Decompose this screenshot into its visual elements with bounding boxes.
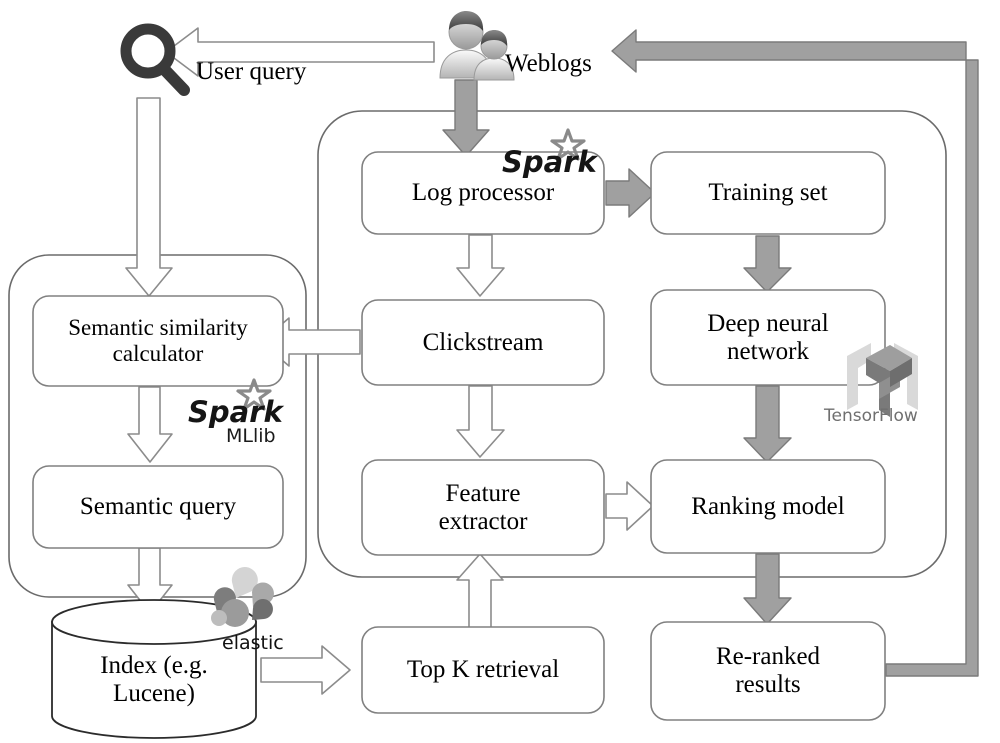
weblogs-icon xyxy=(439,11,515,81)
edge-top-k-to-feature-extractor xyxy=(456,553,504,629)
weblogs-label: Weblogs xyxy=(505,50,592,77)
edge-weblogs-to-log-processor xyxy=(442,79,490,157)
node-box-reranked-results[interactable] xyxy=(650,621,886,721)
mllib-label: MLlib xyxy=(226,425,276,447)
elastic-label: elastic xyxy=(222,632,284,654)
node-box-clickstream[interactable] xyxy=(361,299,605,386)
diagram-vector-layer xyxy=(8,11,979,739)
user-query-label: User query xyxy=(196,58,307,85)
edge-deep-neural-to-ranking-model xyxy=(743,385,792,463)
spark-wordmark-left-icon: Spark xyxy=(188,378,285,429)
node-box-feature-extractor[interactable] xyxy=(361,459,605,556)
edge-semantic-similarity-to-semantic-query xyxy=(127,386,173,463)
tensorflow-label: TensorFlow xyxy=(824,406,918,426)
spark-wordmark-top-text: Spark xyxy=(502,145,599,179)
edge-feature-extractor-to-ranking-model xyxy=(605,481,654,531)
edge-clickstream-to-feature-extractor xyxy=(456,385,505,458)
node-box-ranking-model[interactable] xyxy=(650,459,886,554)
spark-wordmark-left-text: Spark xyxy=(188,395,285,429)
node-box-semantic-similarity-calculator[interactable] xyxy=(32,295,284,387)
node-box-training-set[interactable] xyxy=(650,151,886,235)
edge-log-processor-to-clickstream xyxy=(456,234,505,297)
edge-search-to-semantic-similarity xyxy=(125,97,173,297)
spark-wordmark-top-icon: Spark xyxy=(502,128,599,179)
spark-logo-top: Spark xyxy=(500,128,600,185)
diagram-canvas: Log processor Training set Clickstream D… xyxy=(0,0,1000,743)
node-box-top-k-retrieval[interactable] xyxy=(361,626,605,714)
edge-log-processor-to-training-set xyxy=(605,168,656,218)
node-box-semantic-query[interactable] xyxy=(32,465,284,549)
edge-ranking-model-to-reranked xyxy=(743,553,792,625)
edge-training-set-to-deep-neural xyxy=(743,235,792,293)
